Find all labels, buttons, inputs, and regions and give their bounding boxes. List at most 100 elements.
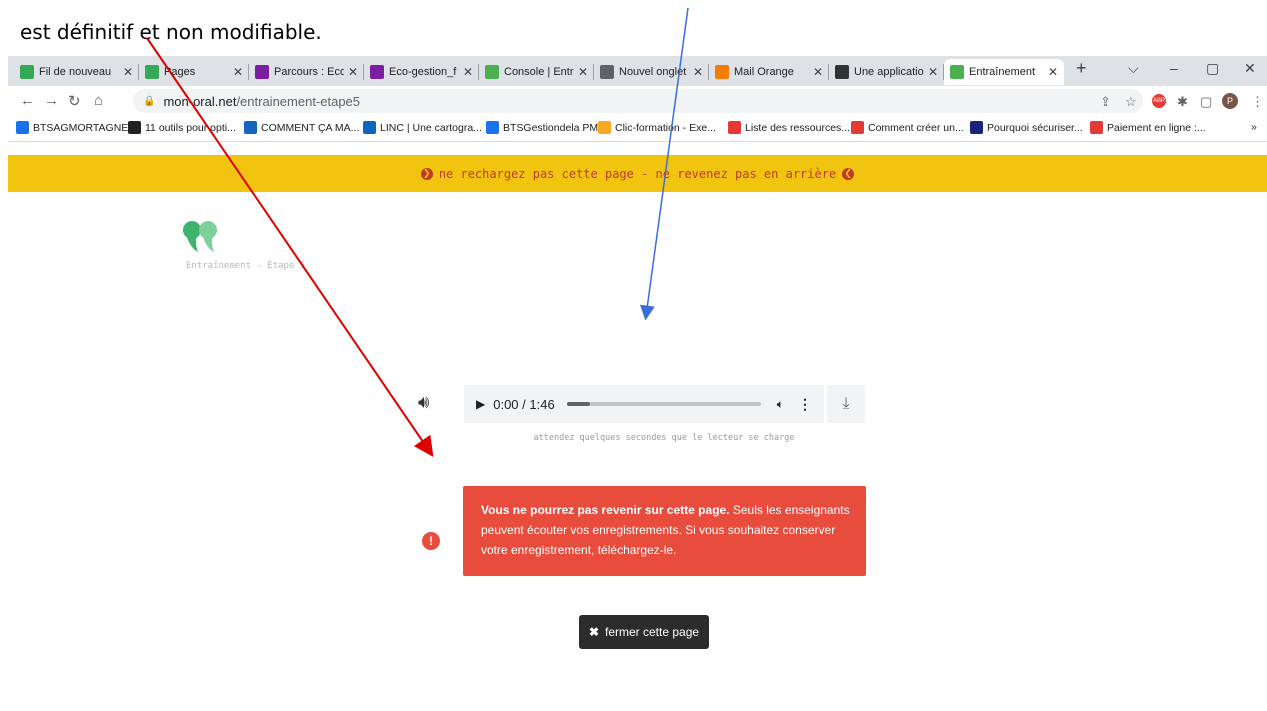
more-options-icon[interactable]: ⋮: [798, 396, 812, 413]
bookmark-item[interactable]: 11 outils pour opti...: [128, 121, 236, 134]
chevron-right-icon: ❯: [420, 167, 433, 180]
forward-icon[interactable]: →: [44, 92, 59, 109]
tab-label: Eco-gestion_f: [389, 66, 457, 78]
bookmark-label: Pourquoi sécuriser...: [987, 121, 1083, 134]
tab-label: Une applicatio: [854, 66, 924, 78]
bookmark-item[interactable]: Liste des ressources...: [728, 121, 850, 134]
tab-label: Entraînement: [969, 66, 1036, 78]
tab-7[interactable]: Une applicatio ✕: [829, 59, 944, 85]
bookmark-label: Comment créer un...: [868, 121, 964, 134]
bookmark-item[interactable]: COMMENT ÇA MA...: [244, 121, 359, 134]
tab-label: Nouvel onglet: [619, 66, 687, 78]
chrome-icon: [600, 65, 614, 79]
close-tab-icon[interactable]: ✕: [813, 65, 823, 79]
app-icon: [835, 65, 849, 79]
bookmark-label: BTSGestiondela PME: [503, 121, 606, 134]
marianne-icon: [851, 121, 864, 134]
new-tab-button[interactable]: +: [1076, 58, 1087, 79]
player-time: 0:00 / 1:46: [493, 396, 555, 412]
bookmark-label: Clic-formation - Exe...: [615, 121, 716, 134]
bookmark-item[interactable]: Clic-formation - Exe...: [598, 121, 716, 134]
bookmark-item[interactable]: BTSAGMORTAGNE: [16, 121, 128, 134]
bookmark-label: LINC | Une cartogra...: [380, 121, 482, 134]
bookmark-item[interactable]: BTSGestiondela PME: [486, 121, 605, 134]
restore-icon[interactable]: ▢: [1206, 60, 1219, 77]
m-icon: [255, 65, 269, 79]
mail-icon: [715, 65, 729, 79]
bookmark-label: 11 outils pour opti...: [145, 121, 236, 134]
back-icon[interactable]: ←: [20, 92, 35, 109]
warning-text: ne rechargez pas cette page - ne revenez…: [438, 166, 837, 181]
mon-oral-icon: [950, 65, 964, 79]
tab-label: Pages: [164, 66, 196, 78]
marianne-icon: [1090, 121, 1103, 134]
bookmark-label: Liste des ressources...: [745, 121, 851, 134]
minimize-icon[interactable]: –: [1170, 60, 1178, 76]
close-tab-icon[interactable]: ✕: [928, 65, 938, 79]
play-icon[interactable]: ▶: [476, 397, 485, 411]
bookmark-label: Paiement en ligne :...: [1107, 121, 1206, 134]
tab-label: Fil de nouveau: [39, 66, 112, 78]
bookmark-item[interactable]: Paiement en ligne :...: [1090, 121, 1206, 134]
bookmarks-overflow-icon[interactable]: »: [1251, 121, 1257, 133]
download-icon: ⤓: [842, 395, 850, 412]
extensions-icon[interactable]: ✱: [1177, 94, 1188, 110]
caption-text: est définitif et non modifiable.: [20, 20, 322, 44]
close-tab-icon[interactable]: ✕: [233, 65, 243, 79]
alert-box: Vous ne pourrez pas revenir sur cette pa…: [463, 486, 866, 576]
close-tab-icon[interactable]: ✕: [693, 65, 703, 79]
seek-progress: [566, 402, 590, 406]
reload-icon[interactable]: ↻: [68, 92, 81, 110]
home-icon[interactable]: ⌂: [94, 92, 103, 109]
linkedin-icon: [363, 121, 376, 134]
audio-player[interactable]: ▶ 0:00 / 1:46 🔈︎ ⋮: [464, 385, 824, 423]
ccm-icon: [244, 121, 257, 134]
tab-1[interactable]: Pages ✕: [139, 59, 249, 85]
window-close-icon[interactable]: ✕: [1244, 60, 1256, 77]
close-page-button[interactable]: ✖ fermer cette page: [579, 615, 709, 649]
c-icon: [970, 121, 983, 134]
chevron-left-icon: ❮: [842, 167, 855, 180]
address-bar[interactable]: 🔒 mon-oral.net /entrainement-etape5: [133, 89, 1143, 113]
tab-8[interactable]: Entraînement ✕: [944, 59, 1064, 85]
alert-bold-text: Vous ne pourrez pas revenir sur cette pa…: [481, 503, 730, 517]
lock-icon: 🔒: [143, 95, 156, 107]
seek-bar[interactable]: [566, 402, 761, 406]
marianne-icon: [728, 121, 741, 134]
address-toolbar: ← → ↻ ⌂ 🔒 mon-oral.net /entrainement-eta…: [8, 86, 1267, 116]
tab-strip: Fil de nouveau ✕ Pages ✕ Parcours : Eco ✕ Eco-…: [8, 56, 1267, 86]
warning-banner: ❯ ne rechargez pas cette page - ne reven…: [8, 155, 1267, 192]
player-hint: attendez quelques secondes que le lecteu…: [533, 433, 795, 443]
tab-5[interactable]: Nouvel onglet ✕: [594, 59, 709, 85]
profile-avatar[interactable]: P: [1222, 93, 1238, 109]
bookmark-item[interactable]: Comment créer un...: [851, 121, 964, 134]
close-tab-icon[interactable]: ✕: [578, 65, 588, 79]
bookmark-label: COMMENT ÇA MA...: [261, 121, 360, 134]
tab-search-icon[interactable]: ⌵: [1128, 60, 1139, 77]
classroom-icon: [20, 65, 34, 79]
tab-2[interactable]: Parcours : Eco ✕: [249, 59, 364, 85]
bookmark-item[interactable]: LINC | Une cartogra...: [363, 121, 482, 134]
sidepanel-icon[interactable]: ▢: [1200, 94, 1212, 110]
browser-window: Fil de nouveau ✕ Pages ✕ Parcours : Eco ✕ Eco-…: [8, 56, 1267, 711]
menu-kebab-icon[interactable]: ⋮: [1251, 94, 1264, 110]
close-tab-icon[interactable]: ✕: [1048, 65, 1058, 79]
close-tab-icon[interactable]: ✕: [348, 65, 358, 79]
bookmark-item[interactable]: Pourquoi sécuriser...: [970, 121, 1083, 134]
download-button[interactable]: ⤓: [827, 385, 865, 423]
close-tab-icon[interactable]: ✕: [123, 65, 133, 79]
volume-icon[interactable]: 🔈︎: [777, 397, 784, 412]
tab-0[interactable]: Fil de nouveau ✕: [14, 59, 139, 85]
star-icon[interactable]: ☆: [1125, 94, 1137, 110]
tab-4[interactable]: Console | Entr ✕: [479, 59, 594, 85]
adblock-icon[interactable]: ABP: [1152, 94, 1166, 108]
tab-6[interactable]: Mail Orange ✕: [709, 59, 829, 85]
url-host: mon-oral.net: [163, 93, 237, 109]
close-tab-icon[interactable]: ✕: [463, 65, 473, 79]
page-content: ❯ ne rechargez pas cette page - ne reven…: [8, 142, 1267, 711]
close-page-label: fermer cette page: [605, 625, 700, 639]
tab-3[interactable]: Eco-gestion_f ✕: [364, 59, 479, 85]
classroom-icon: [145, 65, 159, 79]
share-icon[interactable]: ⇪: [1100, 94, 1111, 110]
puzzle-icon: [128, 121, 141, 134]
